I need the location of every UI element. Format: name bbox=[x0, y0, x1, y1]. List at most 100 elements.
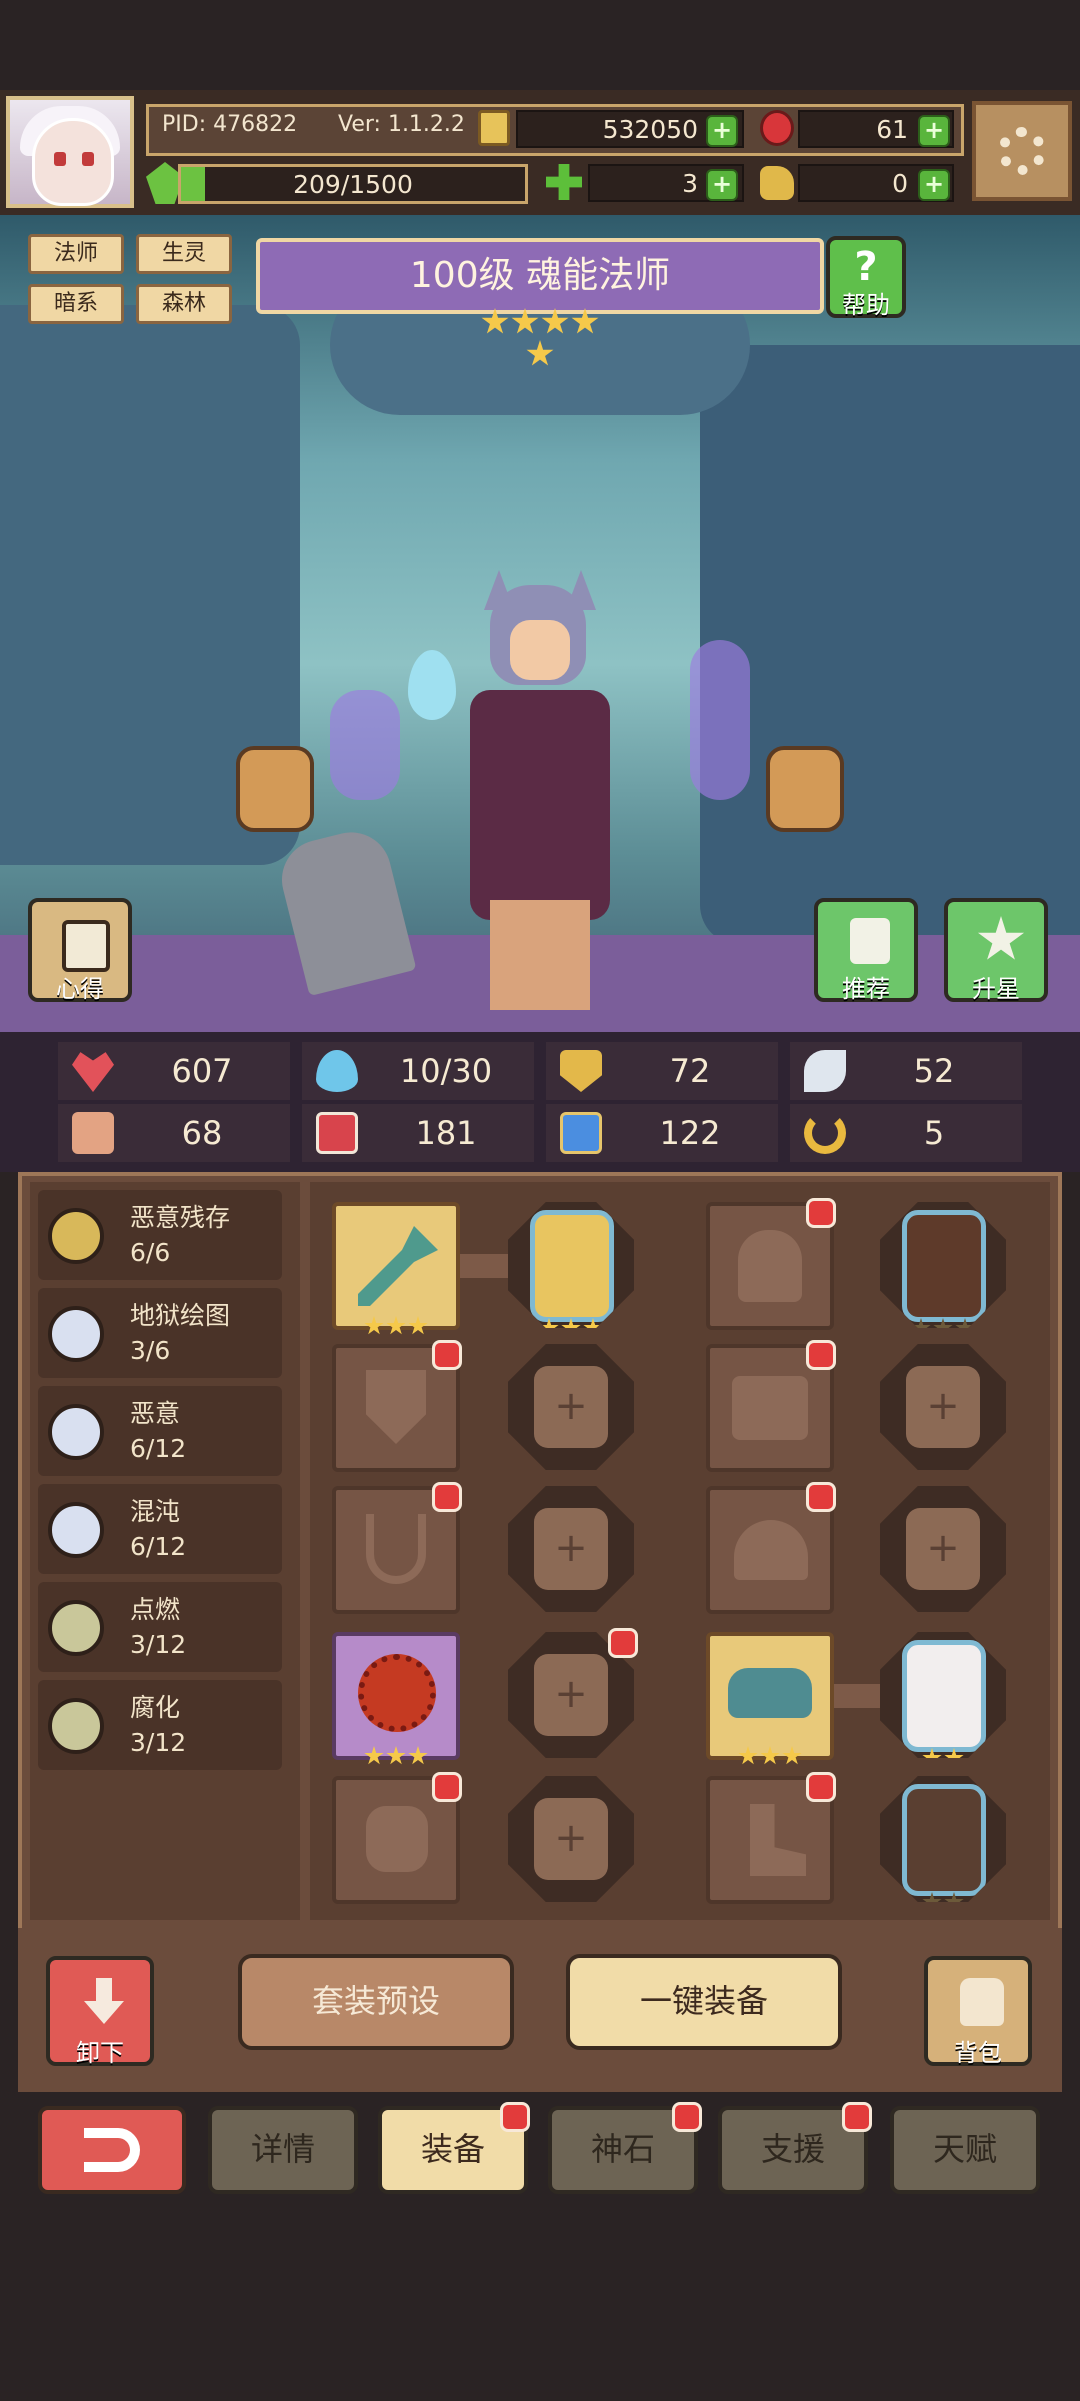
bag-rune-slot[interactable]: + bbox=[508, 1776, 634, 1902]
ring-slot[interactable] bbox=[332, 1632, 460, 1765]
add-icon: + bbox=[906, 1508, 980, 1590]
set-name: 点燃 bbox=[130, 1595, 181, 1624]
set-item[interactable]: 恶意残存 6/6 bbox=[38, 1190, 282, 1280]
notification-dot bbox=[806, 1482, 836, 1512]
helmet-icon bbox=[738, 1230, 802, 1302]
backpack-button[interactable]: 背包 bbox=[924, 1956, 1032, 2067]
necklace-icon bbox=[366, 1514, 426, 1584]
notification-dot bbox=[672, 2102, 702, 2132]
question-mark-icon: ? bbox=[854, 244, 878, 290]
flame-gem-icon bbox=[358, 1654, 436, 1732]
stat-armor: 72 bbox=[546, 1042, 778, 1100]
rune-card bbox=[902, 1784, 986, 1896]
notification-dot bbox=[432, 1482, 462, 1512]
helmet-rune-slot[interactable] bbox=[880, 1202, 1006, 1328]
thumbs-up-icon bbox=[850, 918, 890, 964]
set-item[interactable]: 点燃 3/12 bbox=[38, 1582, 282, 1672]
belt-slot[interactable] bbox=[706, 1632, 834, 1765]
hero-face bbox=[510, 620, 570, 680]
set-item[interactable]: 恶意 6/12 bbox=[38, 1386, 282, 1476]
belt-rune-slot[interactable] bbox=[880, 1632, 1006, 1758]
tag-race: 生灵 bbox=[136, 234, 232, 274]
tab-details[interactable]: 详情 bbox=[208, 2106, 358, 2194]
auto-equip-button[interactable]: 一键装备 bbox=[566, 1954, 842, 2050]
stat-value: 10/30 bbox=[399, 1052, 493, 1090]
set-gem-icon bbox=[48, 1208, 104, 1264]
gloves-rune-slot[interactable]: + bbox=[880, 1486, 1006, 1612]
gold-value: 532050 bbox=[602, 114, 698, 144]
set-preset-button[interactable]: 套装预设 bbox=[238, 1954, 514, 2050]
necklace-rune-slot[interactable]: + bbox=[508, 1486, 634, 1612]
stat-attack: 68 bbox=[58, 1104, 290, 1162]
star-icon bbox=[408, 1316, 428, 1335]
stat-value: 52 bbox=[913, 1052, 955, 1090]
shield-icon bbox=[366, 1370, 426, 1444]
note-icon bbox=[62, 920, 110, 972]
set-count: 3/12 bbox=[130, 1728, 187, 1757]
gold-coin-icon bbox=[478, 110, 510, 146]
set-gem-icon bbox=[48, 1404, 104, 1460]
recommend-button[interactable]: 推荐 bbox=[814, 898, 918, 1003]
notification-dot bbox=[432, 1772, 462, 1802]
star-icon bbox=[386, 1746, 406, 1765]
star-up-button[interactable]: 升星 bbox=[944, 898, 1048, 1003]
notification-dot bbox=[500, 2102, 530, 2132]
add-clover-button[interactable]: + bbox=[706, 169, 738, 201]
key-icon bbox=[760, 166, 794, 200]
set-name: 混沌 bbox=[130, 1497, 181, 1526]
insight-button[interactable]: 心得 bbox=[28, 898, 132, 1003]
stat-hp: 607 bbox=[58, 1042, 290, 1100]
tag-region: 森林 bbox=[136, 284, 232, 324]
back-button[interactable] bbox=[38, 2106, 186, 2194]
mana-drop-icon bbox=[316, 1050, 358, 1092]
star-icon bbox=[782, 1746, 802, 1765]
hero-title-banner: 100级 魂能法师 bbox=[256, 238, 824, 314]
set-bonus-list: 恶意残存 6/6 地狱绘图 3/6 恶意 6/12 混沌 6/12 点燃 3/12 腐化 3… bbox=[30, 1182, 300, 1920]
stat-luck: 5 bbox=[790, 1104, 1022, 1162]
gear-icon bbox=[998, 127, 1046, 175]
set-item[interactable]: 混沌 6/12 bbox=[38, 1484, 282, 1574]
boots-icon bbox=[560, 1112, 602, 1154]
tag-class: 法师 bbox=[28, 234, 124, 274]
set-name: 腐化 bbox=[130, 1693, 181, 1722]
ruby-icon bbox=[760, 110, 794, 146]
star-icon bbox=[511, 308, 539, 334]
shield-rune-slot[interactable]: + bbox=[508, 1344, 634, 1470]
set-item[interactable]: 腐化 3/12 bbox=[38, 1680, 282, 1770]
set-item[interactable]: 地狱绘图 3/6 bbox=[38, 1288, 282, 1378]
help-button[interactable]: ? 帮助 bbox=[826, 236, 906, 319]
add-icon: + bbox=[534, 1654, 608, 1736]
set-count: 3/12 bbox=[130, 1630, 187, 1659]
chest-armor-icon bbox=[732, 1376, 808, 1440]
notification-dot bbox=[432, 1340, 462, 1370]
set-count: 6/6 bbox=[130, 1238, 171, 1267]
add-icon: + bbox=[534, 1366, 608, 1448]
settings-button[interactable] bbox=[972, 101, 1072, 201]
star-icon bbox=[571, 308, 599, 334]
add-gold-button[interactable]: + bbox=[706, 115, 738, 147]
mask-icon bbox=[728, 1668, 812, 1718]
fist-icon bbox=[72, 1112, 114, 1154]
weapon-slot[interactable] bbox=[332, 1202, 460, 1335]
hero-body bbox=[470, 690, 610, 920]
star-icon bbox=[526, 340, 554, 366]
left-gem-socket[interactable] bbox=[236, 746, 314, 832]
right-gem-socket[interactable] bbox=[766, 746, 844, 832]
weapon-rune-slot[interactable] bbox=[508, 1202, 634, 1328]
add-key-button[interactable]: + bbox=[918, 169, 950, 201]
unequip-button[interactable]: 卸下 bbox=[46, 1956, 154, 2067]
backpack-label: 背包 bbox=[954, 2039, 1002, 2067]
notification-dot bbox=[608, 1628, 638, 1658]
armor-rune-slot[interactable]: + bbox=[880, 1344, 1006, 1470]
star-icon bbox=[386, 1316, 406, 1335]
heart-icon bbox=[72, 1052, 114, 1092]
boots-rune-slot[interactable] bbox=[880, 1776, 1006, 1902]
player-avatar[interactable] bbox=[6, 96, 134, 208]
stat-mana: 10/30 bbox=[302, 1042, 534, 1100]
stat-value: 68 bbox=[181, 1114, 223, 1152]
stat-value: 181 bbox=[415, 1114, 477, 1152]
add-gem-button[interactable]: + bbox=[918, 115, 950, 147]
set-count: 3/6 bbox=[130, 1336, 171, 1365]
bracer-icon bbox=[734, 1520, 808, 1580]
tab-talent[interactable]: 天赋 bbox=[890, 2106, 1040, 2194]
